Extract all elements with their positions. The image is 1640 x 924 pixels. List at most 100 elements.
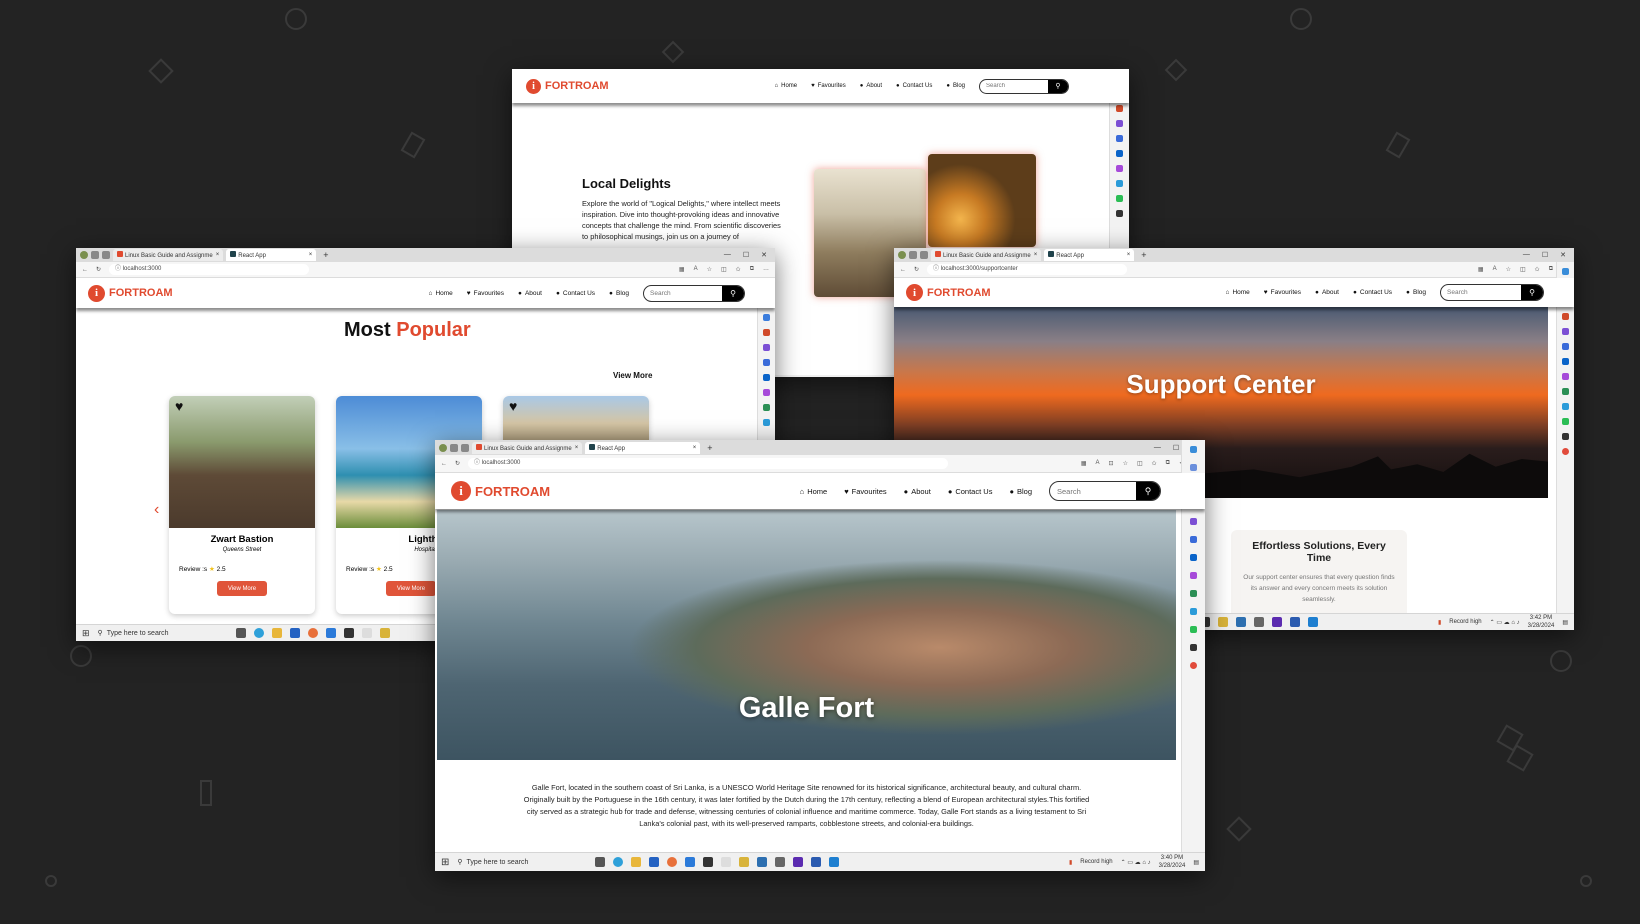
clock[interactable]: 3:42 PM 3/28/2024 — [1528, 614, 1555, 630]
profile-icon[interactable] — [80, 251, 88, 259]
nav-home[interactable]: ⌂ Home — [800, 487, 828, 496]
logo[interactable]: i FORTROAM — [526, 78, 609, 94]
app-icon[interactable] — [1218, 617, 1228, 627]
dropbox-icon[interactable] — [343, 628, 354, 638]
nav-favourites[interactable]: ♥ Favourites — [1264, 289, 1301, 296]
tab-actions-icon[interactable] — [102, 251, 110, 259]
pen-icon[interactable] — [1562, 373, 1569, 380]
app-icon[interactable]: ▦ — [679, 266, 685, 273]
whatsapp-icon[interactable] — [1562, 418, 1569, 425]
notification-icon[interactable]: ▤ — [1193, 859, 1199, 866]
people-icon[interactable] — [1116, 120, 1123, 127]
nav-favourites[interactable]: ♥ Favourites — [844, 487, 886, 496]
favorites-icon[interactable]: ✩ — [736, 266, 741, 273]
nav-contact[interactable]: ● Contact Us — [556, 290, 595, 297]
close-icon[interactable]: × — [1034, 252, 1038, 258]
search-button[interactable]: ⚲ — [1048, 79, 1068, 93]
logo[interactable]: i FORTROAM — [906, 284, 991, 301]
app-icon[interactable] — [1116, 210, 1123, 217]
tab-react-app[interactable]: React App × — [1044, 249, 1135, 261]
heart-icon[interactable]: ♥ — [175, 398, 183, 414]
profile-icon[interactable] — [898, 251, 906, 259]
tab-react-app[interactable]: React App × — [226, 249, 317, 261]
favorites-icon[interactable]: ✩ — [1535, 266, 1540, 273]
mail-icon[interactable] — [685, 857, 696, 867]
windows-start-icon[interactable]: ⊞ — [441, 857, 449, 868]
folder-icon[interactable] — [271, 628, 282, 638]
close-icon[interactable]: × — [1127, 252, 1131, 258]
collections-icon[interactable]: ⧉ — [750, 266, 754, 273]
tree-icon[interactable] — [1190, 590, 1197, 597]
back-icon[interactable]: ← — [441, 461, 447, 467]
search-input[interactable] — [980, 83, 1048, 89]
whatsapp-icon[interactable] — [1190, 626, 1197, 633]
workspaces-icon[interactable] — [450, 443, 458, 452]
nav-contact[interactable]: ● Contact Us — [1353, 289, 1392, 296]
pen-icon[interactable] — [1190, 572, 1197, 579]
maximize-icon[interactable]: ☐ — [1173, 444, 1179, 452]
refresh-icon[interactable]: ↻ — [96, 266, 101, 273]
read-aloud-icon[interactable]: A — [694, 266, 698, 273]
minimize-icon[interactable]: — — [1154, 444, 1161, 452]
read-aloud-icon[interactable]: A — [1096, 460, 1100, 467]
back-icon[interactable]: ← — [82, 267, 88, 273]
url-field[interactable]: ⓘ localhost:3000/supportcenter — [927, 264, 1128, 275]
tray-icons[interactable]: ⌃ ▭ ☁ ⌂ ♪ — [1490, 619, 1520, 626]
card-view-more-button[interactable]: View More — [217, 581, 267, 596]
close-window-icon[interactable]: ✕ — [761, 251, 767, 259]
copilot-icon[interactable] — [1190, 446, 1197, 453]
split-icon[interactable]: ◫ — [1520, 266, 1526, 273]
nav-contact[interactable]: ● Contact Us — [948, 487, 993, 496]
logo[interactable]: i FORTROAM — [88, 284, 173, 302]
collections-icon[interactable]: ⧉ — [1549, 266, 1553, 273]
app-icon[interactable] — [1254, 617, 1264, 627]
outlook-icon[interactable] — [1116, 150, 1123, 157]
vscode-icon[interactable] — [1308, 617, 1318, 627]
minimize-icon[interactable]: — — [1523, 251, 1530, 259]
app-icon[interactable]: ▦ — [1081, 460, 1087, 467]
close-icon[interactable]: × — [693, 445, 697, 451]
nav-blog[interactable]: ● Blog — [1406, 289, 1426, 296]
tree-icon[interactable] — [1562, 388, 1569, 395]
notification-icon[interactable]: ▤ — [1562, 619, 1568, 626]
workspaces-icon[interactable] — [909, 251, 917, 259]
vscode-icon[interactable] — [829, 857, 840, 867]
people-icon[interactable] — [1190, 518, 1197, 525]
url-field[interactable]: ⓘ localhost:3000 — [468, 458, 949, 469]
card-view-more-button[interactable]: View More — [386, 581, 436, 596]
store-icon[interactable] — [649, 857, 660, 867]
app-icon[interactable] — [775, 857, 786, 867]
people-icon[interactable] — [763, 344, 770, 351]
copilot-icon[interactable] — [1562, 268, 1569, 275]
briefcase-icon[interactable] — [763, 329, 770, 336]
new-tab-button[interactable]: + — [319, 250, 332, 260]
star-icon[interactable]: ☆ — [1123, 460, 1128, 467]
nav-home[interactable]: ⌂ Home — [1226, 289, 1250, 296]
firefox-icon[interactable] — [307, 628, 318, 638]
new-tab-button[interactable]: + — [1137, 250, 1150, 260]
close-icon[interactable]: × — [309, 252, 313, 258]
heart-icon[interactable]: ♥ — [509, 398, 517, 414]
search-input[interactable] — [1050, 486, 1136, 496]
star-icon[interactable]: ☆ — [707, 266, 712, 273]
pen-icon[interactable] — [763, 389, 770, 396]
nav-about[interactable]: ● About — [1315, 289, 1339, 296]
word-icon[interactable] — [811, 857, 822, 867]
pen-icon[interactable] — [1116, 165, 1123, 172]
app-icon[interactable] — [793, 857, 804, 867]
search-button[interactable]: ⚲ — [722, 285, 744, 301]
search-input[interactable] — [1441, 289, 1521, 296]
outlook-icon[interactable] — [763, 374, 770, 381]
profile-icon[interactable] — [439, 443, 447, 452]
task-view-icon[interactable] — [235, 628, 246, 638]
search-button[interactable]: ⚲ — [1136, 482, 1160, 500]
circle-icon[interactable] — [1116, 135, 1123, 142]
nav-home[interactable]: ⌂ Home — [429, 290, 453, 297]
app-icon[interactable] — [739, 857, 750, 867]
maximize-icon[interactable]: ☐ — [1542, 251, 1548, 259]
mail-icon[interactable] — [325, 628, 336, 638]
folder-icon[interactable] — [631, 857, 642, 867]
search-icon[interactable] — [1190, 464, 1197, 471]
edge-icon[interactable] — [253, 628, 264, 638]
nav-home[interactable]: ⌂ Home — [775, 83, 798, 89]
